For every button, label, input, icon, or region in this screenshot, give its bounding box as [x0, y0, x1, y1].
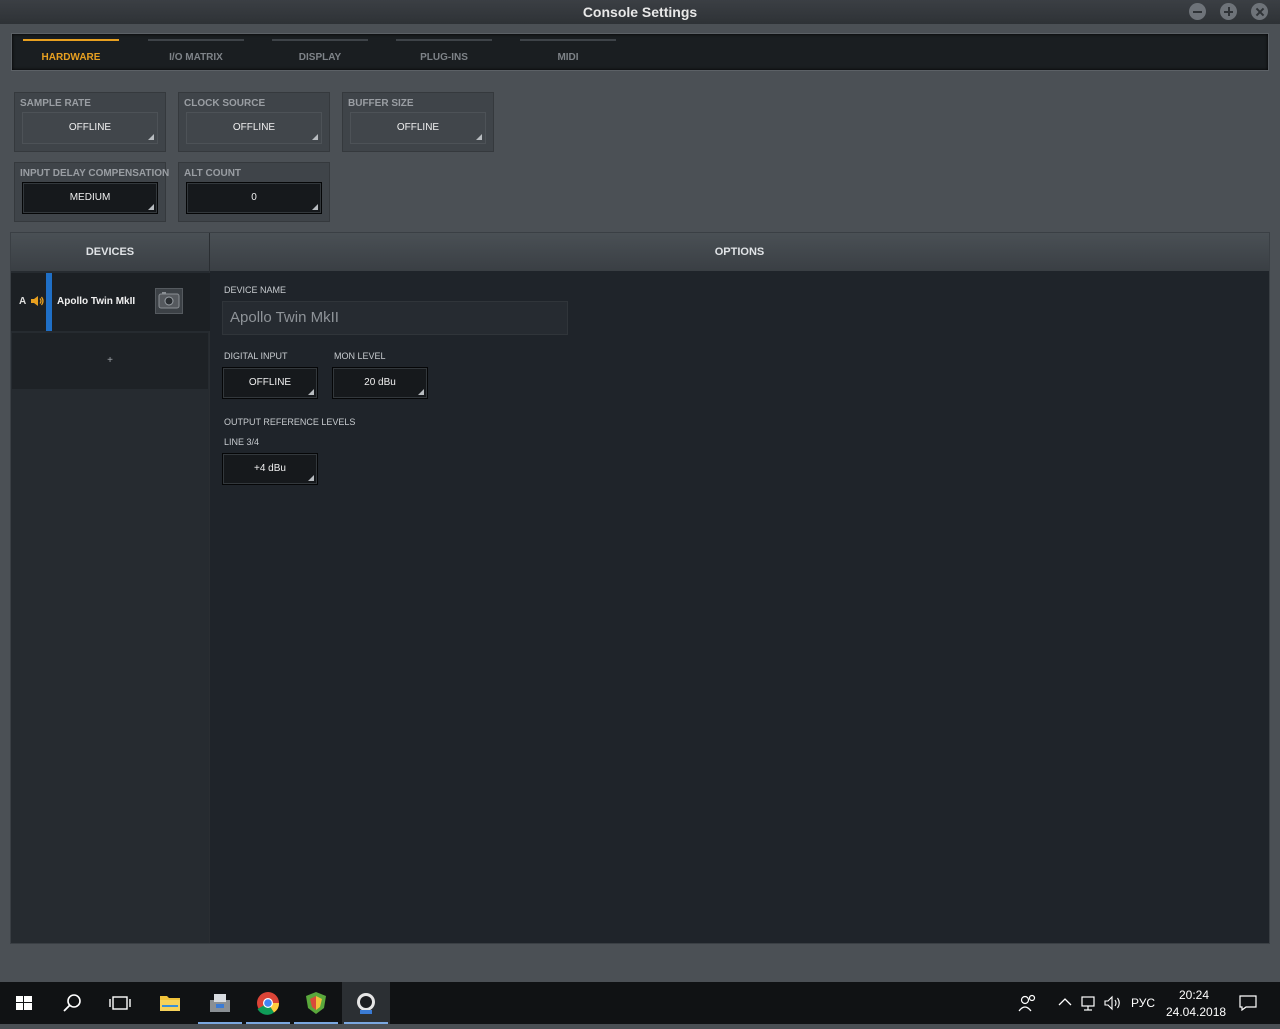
options-header: OPTIONS [210, 233, 1269, 271]
clock-source-group: CLOCK SOURCE OFFLINE [178, 92, 330, 152]
dropdown-corner-icon [312, 204, 318, 210]
window-title: Console Settings [582, 4, 698, 20]
dropdown-corner-icon [418, 389, 424, 395]
sample-rate-dropdown[interactable]: OFFLINE [22, 112, 158, 144]
device-name-label: DEVICE NAME [224, 285, 287, 295]
people-icon[interactable] [1018, 994, 1038, 1012]
options-content: DEVICE NAME Apollo Twin MkII DIGITAL INP… [210, 271, 1269, 943]
tab-hardware[interactable]: HARDWARE [23, 34, 119, 70]
volume-icon[interactable] [1103, 995, 1123, 1011]
devices-list: A Apollo Twin MkII + [11, 271, 210, 943]
clock-time[interactable]: 20:24 [1179, 988, 1209, 1002]
device-name-field[interactable]: Apollo Twin MkII [222, 301, 568, 335]
device-thumbnail-icon [155, 288, 183, 314]
add-device-button[interactable]: + [12, 333, 208, 389]
buffer-size-dropdown[interactable]: OFFLINE [350, 112, 486, 144]
dropdown-corner-icon [476, 134, 482, 140]
tab-plug-ins[interactable]: PLUG-INS [396, 34, 492, 70]
dropdown-corner-icon [312, 134, 318, 140]
task-view-button[interactable] [96, 982, 144, 1024]
search-button[interactable] [48, 982, 96, 1024]
alt-count-group: ALT COUNT 0 [178, 162, 330, 222]
buffer-size-group: BUFFER SIZE OFFLINE [342, 92, 494, 152]
dropdown-corner-icon [148, 204, 154, 210]
maximize-button[interactable] [1220, 3, 1237, 20]
digital-input-dropdown[interactable]: OFFLINE [222, 367, 318, 399]
minimize-button[interactable] [1189, 3, 1206, 20]
tab-midi[interactable]: MIDI [520, 34, 616, 70]
buffer-size-label: BUFFER SIZE [348, 98, 414, 109]
tab-io-matrix[interactable]: I/O MATRIX [148, 34, 244, 70]
notifications-icon[interactable] [1239, 995, 1257, 1011]
tab-display[interactable]: DISPLAY [272, 34, 368, 70]
input-delay-compensation-dropdown[interactable]: MEDIUM [22, 182, 158, 214]
app-installer-button[interactable] [196, 982, 244, 1024]
title-bar: Console Settings [0, 0, 1280, 24]
uad-console-button[interactable] [342, 982, 390, 1024]
minimize-icon [1193, 10, 1202, 13]
dropdown-corner-icon [308, 389, 314, 395]
window-body: HARDWARE I/O MATRIX DISPLAY PLUG-INS MID… [0, 24, 1280, 982]
chrome-button[interactable] [244, 982, 292, 1024]
file-explorer-button[interactable] [146, 982, 194, 1024]
alt-count-label: ALT COUNT [184, 168, 242, 179]
sample-rate-label: SAMPLE RATE [20, 98, 91, 109]
line-34-label: LINE 3/4 [224, 437, 260, 447]
alt-count-dropdown[interactable]: 0 [186, 182, 322, 214]
dropdown-corner-icon [308, 475, 314, 481]
close-button[interactable] [1251, 3, 1268, 20]
speaker-icon[interactable] [30, 294, 44, 308]
input-delay-compensation-group: INPUT DELAY COMPENSATION MEDIUM [14, 162, 170, 222]
mon-level-dropdown[interactable]: 20 dBu [332, 367, 428, 399]
input-language[interactable]: РУС [1131, 996, 1155, 1010]
sample-rate-group: SAMPLE RATE OFFLINE [14, 92, 166, 152]
chrome-icon [257, 992, 280, 1015]
browser-button[interactable] [292, 982, 340, 1024]
devices-options-panel: DEVICES OPTIONS A Apollo Twin MkII + DEV… [10, 232, 1270, 944]
chevron-up-icon[interactable] [1058, 997, 1072, 1007]
task-view-icon [109, 996, 131, 1010]
shield-browser-icon [306, 992, 326, 1014]
device-selected-indicator [46, 273, 52, 331]
devices-header: DEVICES [11, 233, 210, 271]
network-icon[interactable] [1080, 995, 1098, 1011]
clock-source-label: CLOCK SOURCE [184, 98, 266, 109]
device-name: Apollo Twin MkII [57, 296, 136, 307]
mon-level-label: MON LEVEL [334, 351, 386, 361]
folder-icon [160, 996, 180, 1011]
device-item[interactable]: A Apollo Twin MkII [11, 273, 210, 331]
input-delay-compensation-label: INPUT DELAY COMPENSATION [20, 168, 170, 179]
taskbar: РУС 20:24 24.04.2018 [0, 982, 1280, 1024]
installer-icon [210, 994, 230, 1012]
line-34-dropdown[interactable]: +4 dBu [222, 453, 318, 485]
search-icon [63, 994, 81, 1012]
clock-date[interactable]: 24.04.2018 [1166, 1005, 1226, 1019]
digital-input-label: DIGITAL INPUT [224, 351, 288, 361]
device-letter: A [19, 296, 27, 307]
console-icon [357, 993, 375, 1014]
tab-bar: HARDWARE I/O MATRIX DISPLAY PLUG-INS MID… [11, 33, 1269, 71]
windows-icon [16, 996, 32, 1010]
clock-source-dropdown[interactable]: OFFLINE [186, 112, 322, 144]
start-button[interactable] [0, 982, 48, 1024]
output-reference-levels-label: OUTPUT REFERENCE LEVELS [224, 417, 356, 427]
dropdown-corner-icon [148, 134, 154, 140]
